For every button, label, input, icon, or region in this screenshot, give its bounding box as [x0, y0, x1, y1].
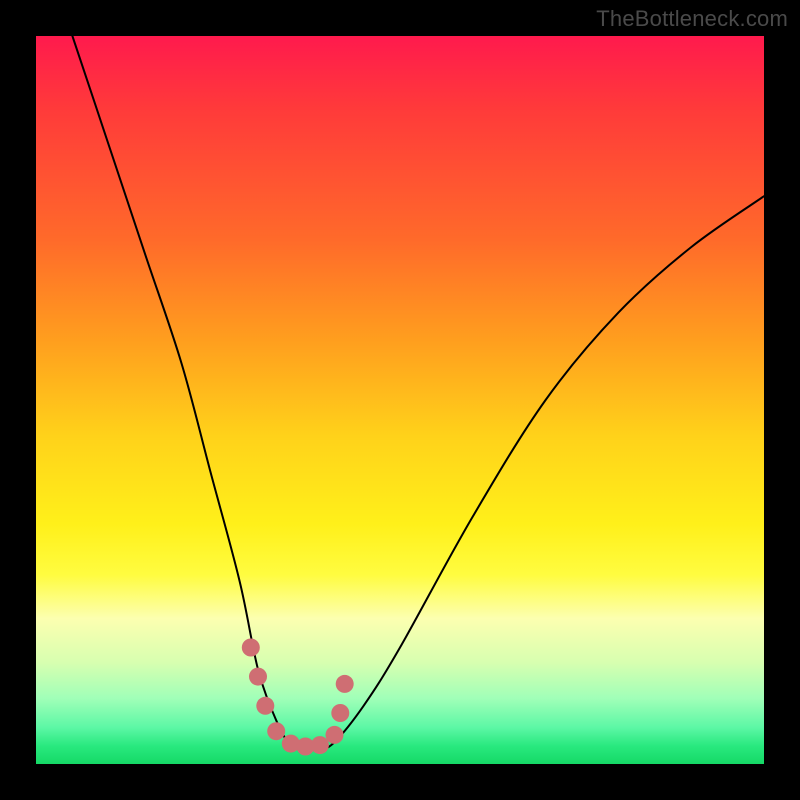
bottleneck-curve — [72, 36, 764, 750]
marker-dot — [256, 697, 274, 715]
marker-group — [242, 639, 354, 756]
marker-dot — [249, 668, 267, 686]
marker-dot — [331, 704, 349, 722]
marker-dot — [242, 639, 260, 657]
plot-area — [36, 36, 764, 764]
watermark-text: TheBottleneck.com — [596, 6, 788, 32]
curve-svg — [36, 36, 764, 764]
chart-container: TheBottleneck.com — [0, 0, 800, 800]
marker-dot — [267, 722, 285, 740]
marker-dot — [336, 675, 354, 693]
marker-dot — [326, 726, 344, 744]
marker-dot — [311, 736, 329, 754]
